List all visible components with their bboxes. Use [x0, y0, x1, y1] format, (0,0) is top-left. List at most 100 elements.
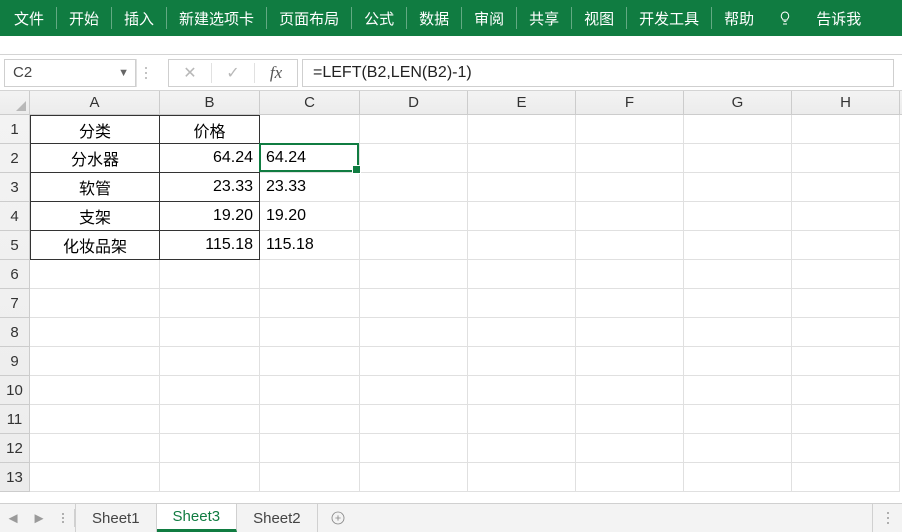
cell-F9[interactable]: [576, 347, 684, 376]
ribbon-tab-插入[interactable]: 插入: [114, 0, 164, 36]
ribbon-tab-开发工具[interactable]: 开发工具: [629, 0, 709, 36]
cell-E11[interactable]: [468, 405, 576, 434]
cell-E9[interactable]: [468, 347, 576, 376]
cell-D8[interactable]: [360, 318, 468, 347]
cell-H12[interactable]: [792, 434, 900, 463]
cell-A1[interactable]: 分类: [30, 115, 160, 144]
row-header-2[interactable]: 2: [0, 144, 29, 173]
row-header-1[interactable]: 1: [0, 115, 29, 144]
cancel-button[interactable]: ✕: [169, 60, 211, 86]
cell-H3[interactable]: [792, 173, 900, 202]
sheet-nav-resize[interactable]: [52, 504, 74, 532]
ribbon-tab-新建选项卡[interactable]: 新建选项卡: [169, 0, 264, 36]
cell-E1[interactable]: [468, 115, 576, 144]
tell-me-bulb[interactable]: [764, 0, 806, 36]
row-header-10[interactable]: 10: [0, 376, 29, 405]
cell-E12[interactable]: [468, 434, 576, 463]
col-header-G[interactable]: G: [684, 91, 792, 114]
cell-G11[interactable]: [684, 405, 792, 434]
cell-G1[interactable]: [684, 115, 792, 144]
row-header-6[interactable]: 6: [0, 260, 29, 289]
col-header-A[interactable]: A: [30, 91, 160, 114]
cell-F3[interactable]: [576, 173, 684, 202]
cell-G5[interactable]: [684, 231, 792, 260]
cell-D7[interactable]: [360, 289, 468, 318]
cell-F11[interactable]: [576, 405, 684, 434]
cell-H13[interactable]: [792, 463, 900, 492]
cell-F6[interactable]: [576, 260, 684, 289]
cell-G3[interactable]: [684, 173, 792, 202]
cell-A2[interactable]: 分水器: [30, 144, 160, 173]
cell-F1[interactable]: [576, 115, 684, 144]
cell-A5[interactable]: 化妆品架: [30, 231, 160, 260]
cell-B3[interactable]: 23.33: [160, 173, 260, 202]
cell-H5[interactable]: [792, 231, 900, 260]
cell-C8[interactable]: [260, 318, 360, 347]
row-header-3[interactable]: 3: [0, 173, 29, 202]
ribbon-tab-数据[interactable]: 数据: [409, 0, 459, 36]
cell-H7[interactable]: [792, 289, 900, 318]
cell-F4[interactable]: [576, 202, 684, 231]
ribbon-tab-帮助[interactable]: 帮助: [714, 0, 764, 36]
cell-C11[interactable]: [260, 405, 360, 434]
cell-F10[interactable]: [576, 376, 684, 405]
select-all-button[interactable]: [0, 91, 30, 115]
cell-H10[interactable]: [792, 376, 900, 405]
row-header-12[interactable]: 12: [0, 434, 29, 463]
cell-A10[interactable]: [30, 376, 160, 405]
cell-E10[interactable]: [468, 376, 576, 405]
tell-me[interactable]: 告诉我: [806, 0, 871, 36]
grid[interactable]: ABCDEFGH 12345678910111213 分类价格分水器64.246…: [0, 91, 902, 503]
cell-C12[interactable]: [260, 434, 360, 463]
cell-B8[interactable]: [160, 318, 260, 347]
cell-C10[interactable]: [260, 376, 360, 405]
cell-D10[interactable]: [360, 376, 468, 405]
ribbon-tab-页面布局[interactable]: 页面布局: [269, 0, 349, 36]
insert-function-button[interactable]: fx: [255, 60, 297, 86]
ribbon-tab-公式[interactable]: 公式: [354, 0, 404, 36]
sheet-tab-Sheet2[interactable]: Sheet2: [237, 504, 318, 532]
cell-D2[interactable]: [360, 144, 468, 173]
cell-H9[interactable]: [792, 347, 900, 376]
sheet-tab-Sheet1[interactable]: Sheet1: [75, 504, 157, 532]
enter-button[interactable]: ✓: [212, 60, 254, 86]
cell-H8[interactable]: [792, 318, 900, 347]
cell-C2[interactable]: 64.24: [260, 144, 360, 173]
cell-E2[interactable]: [468, 144, 576, 173]
cell-D5[interactable]: [360, 231, 468, 260]
cell-A3[interactable]: 软管: [30, 173, 160, 202]
row-header-5[interactable]: 5: [0, 231, 29, 260]
ribbon-tab-审阅[interactable]: 审阅: [464, 0, 514, 36]
cell-E3[interactable]: [468, 173, 576, 202]
col-header-D[interactable]: D: [360, 91, 468, 114]
sheet-nav-next[interactable]: ►: [26, 504, 52, 532]
cell-G13[interactable]: [684, 463, 792, 492]
cell-B10[interactable]: [160, 376, 260, 405]
row-header-8[interactable]: 8: [0, 318, 29, 347]
cell-C9[interactable]: [260, 347, 360, 376]
cells[interactable]: 分类价格分水器64.2464.24软管23.3323.33支架19.2019.2…: [30, 115, 902, 503]
sheet-nav-prev[interactable]: ◄: [0, 504, 26, 532]
cell-D9[interactable]: [360, 347, 468, 376]
cell-B12[interactable]: [160, 434, 260, 463]
cell-D1[interactable]: [360, 115, 468, 144]
row-headers[interactable]: 12345678910111213: [0, 115, 30, 492]
cell-A11[interactable]: [30, 405, 160, 434]
cell-A4[interactable]: 支架: [30, 202, 160, 231]
cell-G7[interactable]: [684, 289, 792, 318]
cell-C4[interactable]: 19.20: [260, 202, 360, 231]
col-header-H[interactable]: H: [792, 91, 900, 114]
cell-D3[interactable]: [360, 173, 468, 202]
row-header-13[interactable]: 13: [0, 463, 29, 492]
cell-G9[interactable]: [684, 347, 792, 376]
row-header-7[interactable]: 7: [0, 289, 29, 318]
cell-B2[interactable]: 64.24: [160, 144, 260, 173]
cell-F5[interactable]: [576, 231, 684, 260]
cell-E5[interactable]: [468, 231, 576, 260]
cell-G12[interactable]: [684, 434, 792, 463]
ribbon-tab-视图[interactable]: 视图: [574, 0, 624, 36]
cell-E13[interactable]: [468, 463, 576, 492]
ribbon-tab-开始[interactable]: 开始: [59, 0, 109, 36]
cell-G10[interactable]: [684, 376, 792, 405]
cell-H6[interactable]: [792, 260, 900, 289]
